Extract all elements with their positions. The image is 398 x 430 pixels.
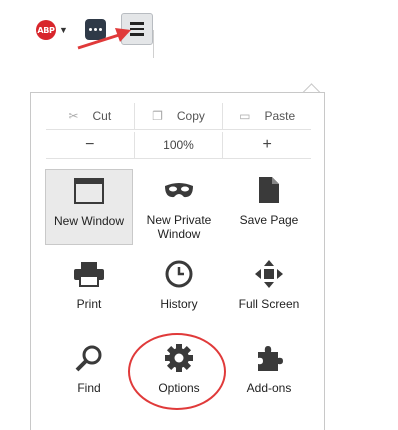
tile-label: Save Page	[239, 213, 299, 227]
annotation-circle	[128, 333, 226, 410]
save-page-button[interactable]: Save Page	[225, 169, 313, 245]
printer-icon	[73, 259, 105, 289]
adblock-plus-button[interactable]: ABP ▼	[36, 19, 72, 41]
new-private-window-button[interactable]: New Private Window	[135, 169, 223, 245]
paste-button[interactable]: ▭ Paste	[222, 103, 311, 129]
toolbar-divider	[153, 30, 154, 58]
zoom-out-button[interactable]: −	[46, 132, 134, 158]
cut-label: Cut	[92, 109, 112, 123]
scissors-icon: ✂	[68, 109, 79, 123]
copy-button[interactable]: ❐ Copy	[133, 103, 223, 129]
annotation-arrow	[77, 28, 131, 50]
full-screen-button[interactable]: Full Screen	[225, 253, 313, 329]
clipboard-icon: ▭	[239, 109, 251, 123]
edit-controls: ✂ Cut ❐ Copy ▭ Paste	[46, 103, 311, 130]
paste-label: Paste	[264, 109, 296, 123]
puzzle-icon	[254, 343, 284, 373]
history-button[interactable]: History	[135, 253, 223, 329]
tile-label: Print	[76, 297, 102, 311]
print-button[interactable]: Print	[45, 253, 133, 329]
tile-label: New Window	[53, 214, 125, 228]
clock-icon	[165, 259, 193, 289]
tile-label: Add-ons	[246, 381, 292, 395]
tile-label: New Private Window	[146, 213, 212, 241]
browser-toolbar: ABP ▼	[0, 0, 398, 60]
window-icon	[74, 176, 104, 206]
fullscreen-icon	[254, 259, 284, 289]
magnifier-icon	[75, 343, 103, 373]
copy-label: Copy	[176, 109, 205, 123]
mask-icon	[163, 175, 195, 205]
zoom-reset-button[interactable]: 100%	[133, 132, 223, 158]
copy-icon: ❐	[152, 109, 163, 123]
cut-button[interactable]: ✂ Cut	[46, 103, 134, 129]
chevron-down-icon: ▼	[59, 25, 68, 35]
new-window-button[interactable]: New Window	[45, 169, 133, 245]
zoom-in-button[interactable]: +	[222, 132, 311, 158]
tile-label: Full Screen	[238, 297, 300, 311]
find-button[interactable]: Find	[45, 337, 133, 413]
tile-label: Find	[77, 381, 101, 395]
page-icon	[257, 175, 281, 205]
add-ons-button[interactable]: Add-ons	[225, 337, 313, 413]
zoom-controls: − 100% +	[46, 132, 311, 159]
adblock-plus-icon: ABP	[36, 20, 56, 40]
tile-label: History	[160, 297, 198, 311]
